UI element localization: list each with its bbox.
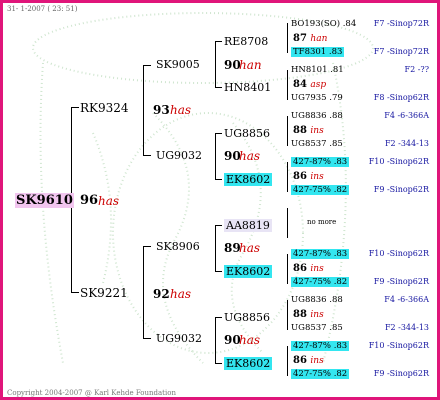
origin-label: F2 -?? <box>404 65 429 74</box>
subject-score: 96 <box>80 193 99 208</box>
g4-score: 88 ins <box>293 125 324 136</box>
origin-label: F9 -Sinop62R <box>373 369 429 378</box>
g4-dam[interactable]: UG8537 .85 <box>291 139 343 149</box>
g4-dam[interactable]: UG7935 .79 <box>291 93 343 103</box>
origin-label: F7 -Sinop72R <box>373 47 429 56</box>
origin-label: F2 -344-13 <box>384 323 429 332</box>
ds-ring[interactable]: SK8906 <box>156 240 200 253</box>
dam-score: 92 <box>153 287 170 301</box>
ss-ring[interactable]: SK9005 <box>156 58 200 71</box>
origin-label: F2 -344-13 <box>384 139 429 148</box>
g4-sire[interactable]: UG8836 .88 <box>291 111 343 121</box>
g4-score: 88 ins <box>293 309 324 320</box>
g4-sire[interactable]: UG8836 .88 <box>291 295 343 305</box>
dam-note: has <box>170 287 192 301</box>
g3-7-ring[interactable]: UG8856 <box>224 311 270 324</box>
footer-copyright: Copyright 2004-2007 @ Karl Kehde Foundat… <box>7 389 176 397</box>
origin-label: F9 -Sinop62R <box>373 277 429 286</box>
g4-sire[interactable]: 427-87% .83 <box>291 249 350 259</box>
ds-note: has <box>239 241 261 255</box>
g4-sire[interactable]: 427-87% .83 <box>291 157 350 167</box>
sd-ring[interactable]: UG9032 <box>156 149 202 162</box>
subject-note: has <box>98 194 120 208</box>
g4-score: 86 ins <box>293 263 324 274</box>
g4-dam[interactable]: UG8537 .85 <box>291 323 343 333</box>
g4-dam[interactable]: 427-75% .82 <box>291 369 350 379</box>
sire-score: 93 <box>153 103 170 117</box>
origin-label: F10 -Sinop62R <box>368 341 429 350</box>
g4-dam[interactable]: 427-75% .82 <box>291 185 350 195</box>
pedigree-frame: 31- 1-2007 ( 23: 51) SK9610 96 has RK932… <box>0 0 440 400</box>
origin-label: F7 -Sinop72R <box>373 19 429 28</box>
sire-ring[interactable]: RK9324 <box>80 101 129 115</box>
origin-label: F4 -6-366A <box>384 295 429 304</box>
g4-sire[interactable]: 427-87% .83 <box>291 341 350 351</box>
g4-sire[interactable]: BO193(SO) .84 <box>291 19 356 29</box>
g3-5-ring[interactable]: AA8819 <box>224 219 272 232</box>
g4-score: 84 asp <box>293 79 327 90</box>
g4-dam[interactable]: 427-75% .82 <box>291 277 350 287</box>
dd-ring[interactable]: UG9032 <box>156 332 202 345</box>
g3-1-ring[interactable]: RE8708 <box>224 35 268 48</box>
origin-label: F8 -Sinop62R <box>373 93 429 102</box>
origin-label: F4 -6-366A <box>384 111 429 120</box>
g3-2-ring[interactable]: HN8401 <box>224 81 271 94</box>
g4-score: 87 han <box>293 33 328 44</box>
sire-note: has <box>170 103 192 117</box>
no-more-label: no more <box>307 218 337 226</box>
origin-label: F9 -Sinop62R <box>373 185 429 194</box>
subject-pigeon[interactable]: SK9610 <box>15 193 74 208</box>
header-text: 31- 1-2007 ( 23: 51) <box>7 5 78 13</box>
g4-dam[interactable]: TF8301 .83 <box>291 47 345 57</box>
g3-4-ring[interactable]: EK8602 <box>224 173 273 186</box>
g3-6-ring[interactable]: EK8602 <box>224 265 273 278</box>
g4-sire[interactable]: HN8101 .81 <box>291 65 344 75</box>
g4-score: 86 ins <box>293 355 324 366</box>
dd-note: has <box>239 333 261 347</box>
g4-score: 86 ins <box>293 171 324 182</box>
g3-3-ring[interactable]: UG8856 <box>224 127 270 140</box>
dam-ring[interactable]: SK9221 <box>80 286 128 300</box>
ss-note: han <box>239 58 262 72</box>
sd-note: has <box>239 149 261 163</box>
origin-label: F10 -Sinop62R <box>368 157 429 166</box>
g3-8-ring[interactable]: EK8602 <box>224 357 273 370</box>
origin-label: F10 -Sinop62R <box>368 249 429 258</box>
